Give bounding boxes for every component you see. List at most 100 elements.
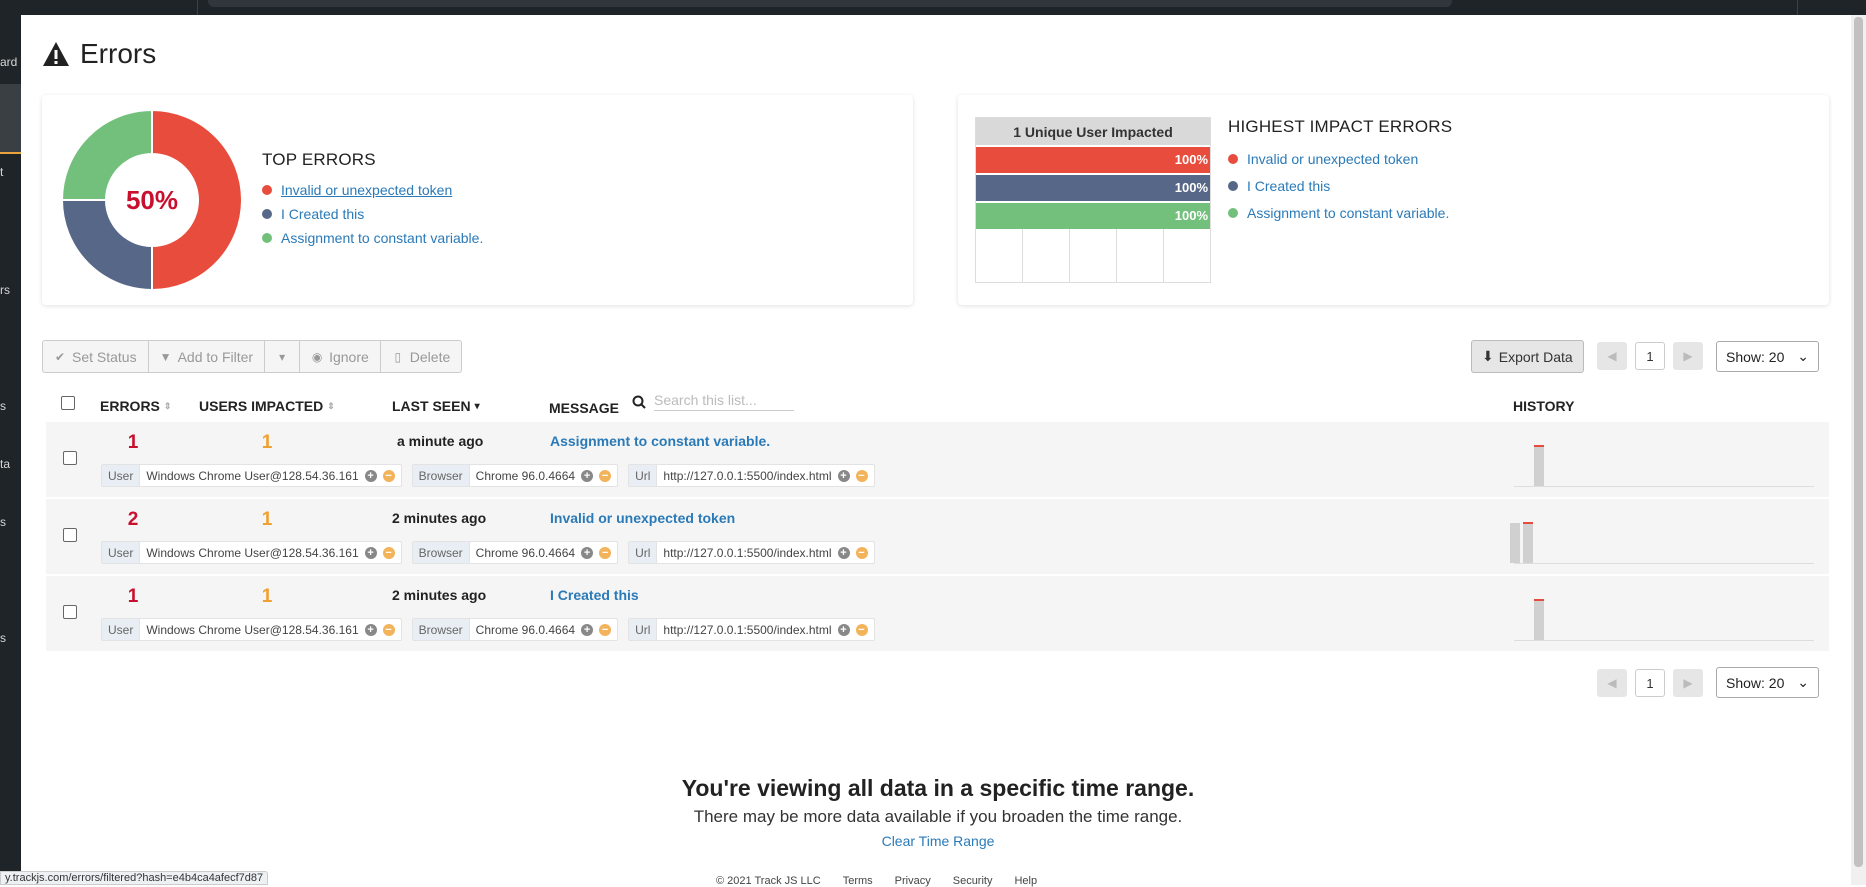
eye-slash-icon: ◉	[311, 349, 323, 364]
top-error-link[interactable]: Assignment to constant variable.	[262, 226, 483, 250]
add-filter-icon[interactable]: +	[581, 469, 594, 482]
add-filter-icon[interactable]: +	[837, 546, 850, 559]
footer-security-link[interactable]: Security	[953, 875, 993, 887]
add-filter-icon[interactable]: +	[837, 623, 850, 636]
exclude-filter-icon[interactable]: −	[855, 546, 868, 559]
tag-url: Url http://127.0.0.1:5500/index.html + −	[628, 618, 875, 641]
add-to-filter-label: Add to Filter	[177, 348, 254, 365]
sidebar-item[interactable]: ta	[0, 457, 10, 471]
tag-key: User	[102, 542, 141, 563]
page-number[interactable]: 1	[1635, 342, 1665, 370]
footer-help-link[interactable]: Help	[1014, 875, 1037, 887]
set-status-button[interactable]: ✔ Set Status	[43, 341, 149, 372]
sidebar-item-dashboard[interactable]: ard	[0, 55, 17, 69]
page-size-select[interactable]: Show: 20 ⌄	[1716, 667, 1819, 698]
exclude-filter-icon[interactable]: −	[599, 623, 612, 636]
exclude-filter-icon[interactable]: −	[599, 469, 612, 482]
top-error-link[interactable]: Invalid or unexpected token	[262, 178, 483, 202]
add-to-filter-button[interactable]: ▼ Add to Filter	[149, 341, 266, 372]
top-error-label[interactable]: I Created this	[281, 206, 364, 222]
notice-title: You're viewing all data in a specific ti…	[681, 775, 1195, 801]
footer-privacy-link[interactable]: Privacy	[895, 875, 931, 887]
add-filter-icon[interactable]: +	[581, 546, 594, 559]
scrollbar-thumb[interactable]	[1854, 17, 1863, 867]
exclude-filter-icon[interactable]: −	[855, 623, 868, 636]
add-filter-icon[interactable]: +	[364, 469, 377, 482]
impact-error-link[interactable]: I Created this	[1228, 172, 1452, 199]
column-users-impacted[interactable]: USERS IMPACTED ⇕	[199, 398, 335, 414]
row-checkbox[interactable]	[63, 528, 77, 542]
top-errors-title: TOP ERRORS	[262, 150, 376, 169]
prev-page-button[interactable]: ◀	[1597, 342, 1627, 370]
exclude-filter-icon[interactable]: −	[382, 469, 395, 482]
last-seen: 2 minutes ago	[392, 510, 487, 526]
impact-error-label[interactable]: Invalid or unexpected token	[1247, 151, 1418, 167]
add-filter-icon[interactable]: +	[364, 623, 377, 636]
history-bar	[1534, 446, 1544, 486]
top-bar-divider	[1797, 0, 1798, 15]
column-errors[interactable]: ERRORS ⇕	[100, 398, 171, 414]
impact-bar: 100%	[976, 147, 1210, 173]
error-message-link[interactable]: I Created this	[550, 587, 639, 603]
error-count: 1	[127, 586, 139, 607]
page-size-select[interactable]: Show: 20 ⌄	[1716, 341, 1819, 372]
next-page-button[interactable]: ▶	[1673, 342, 1703, 370]
page-size-value: Show: 20	[1726, 674, 1785, 691]
bulk-actions-toolbar: ✔ Set Status ▼ Add to Filter ▾ ◉ Ignore …	[42, 340, 463, 373]
error-message-link[interactable]: Invalid or unexpected token	[550, 510, 735, 526]
exclude-filter-icon[interactable]: −	[599, 546, 612, 559]
list-search-input[interactable]: Search this list...	[654, 392, 794, 411]
add-filter-icon[interactable]: +	[364, 546, 377, 559]
impact-error-link[interactable]: Invalid or unexpected token	[1228, 145, 1452, 172]
sidebar-item-errors-active[interactable]	[0, 84, 21, 154]
prev-page-button[interactable]: ◀	[1597, 669, 1627, 697]
top-error-label[interactable]: Invalid or unexpected token	[281, 182, 452, 198]
table-row[interactable]: 1 1 2 minutes ago I Created this User Windows…	[46, 576, 1829, 651]
tag-value: Chrome 96.0.4664	[475, 468, 576, 483]
legend-dot	[262, 209, 272, 219]
column-last-seen[interactable]: LAST SEEN ▾	[392, 398, 480, 414]
ignore-button[interactable]: ◉ Ignore	[300, 341, 381, 372]
impact-error-link[interactable]: Assignment to constant variable.	[1228, 199, 1452, 226]
impact-error-label[interactable]: I Created this	[1247, 178, 1330, 194]
table-row[interactable]: 2 1 2 minutes ago Invalid or unexpected tok…	[46, 499, 1829, 574]
checkbox[interactable]	[61, 396, 75, 410]
column-message-label: MESSAGE	[549, 400, 620, 416]
page-number[interactable]: 1	[1635, 669, 1665, 697]
select-all-checkbox[interactable]	[61, 396, 75, 410]
sidebar-item[interactable]: rs	[0, 283, 10, 297]
add-filter-icon[interactable]: +	[581, 623, 594, 636]
table-row[interactable]: 1 1 a minute ago Assignment to constant var…	[46, 422, 1829, 497]
row-checkbox[interactable]	[63, 605, 77, 619]
impact-error-label[interactable]: Assignment to constant variable.	[1247, 205, 1449, 221]
sidebar-item[interactable]: s	[0, 631, 6, 645]
footer-terms-link[interactable]: Terms	[843, 875, 873, 887]
exclude-filter-icon[interactable]: −	[382, 623, 395, 636]
sidebar-item[interactable]: s	[0, 515, 6, 529]
next-page-button[interactable]: ▶	[1673, 669, 1703, 697]
exclude-filter-icon[interactable]: −	[855, 469, 868, 482]
page-scrollbar[interactable]	[1851, 15, 1866, 885]
filter-dropdown-toggle[interactable]: ▾	[265, 341, 301, 372]
impact-chart: 1 Unique User Impacted 100% 100% 100%	[975, 117, 1211, 283]
add-filter-icon[interactable]: +	[837, 469, 850, 482]
row-checkbox[interactable]	[63, 451, 77, 465]
history-bar	[1534, 600, 1544, 640]
export-data-button[interactable]: ⬇ Export Data	[1471, 340, 1584, 373]
delete-label: Delete	[409, 348, 451, 365]
history-bar-cap	[1534, 445, 1544, 447]
row-tags: User Windows Chrome User@128.54.36.161 + − B…	[101, 464, 875, 487]
exclude-filter-icon[interactable]: −	[382, 546, 395, 559]
sidebar-item[interactable]: t	[0, 165, 3, 179]
global-search-bar[interactable]	[208, 0, 1452, 7]
top-error-link[interactable]: I Created this	[262, 202, 483, 226]
set-status-label: Set Status	[72, 348, 137, 365]
tag-value: Windows Chrome User@128.54.36.161	[146, 622, 359, 637]
error-message-link[interactable]: Assignment to constant variable.	[550, 433, 770, 449]
users-impacted-count: 1	[261, 586, 273, 607]
ignore-label: Ignore	[329, 348, 369, 365]
delete-button[interactable]: ▯ Delete	[381, 341, 461, 372]
top-error-label[interactable]: Assignment to constant variable.	[281, 230, 483, 246]
highest-impact-title: HIGHEST IMPACT ERRORS	[1228, 117, 1453, 136]
clear-time-range-link[interactable]: Clear Time Range	[0, 833, 1866, 849]
